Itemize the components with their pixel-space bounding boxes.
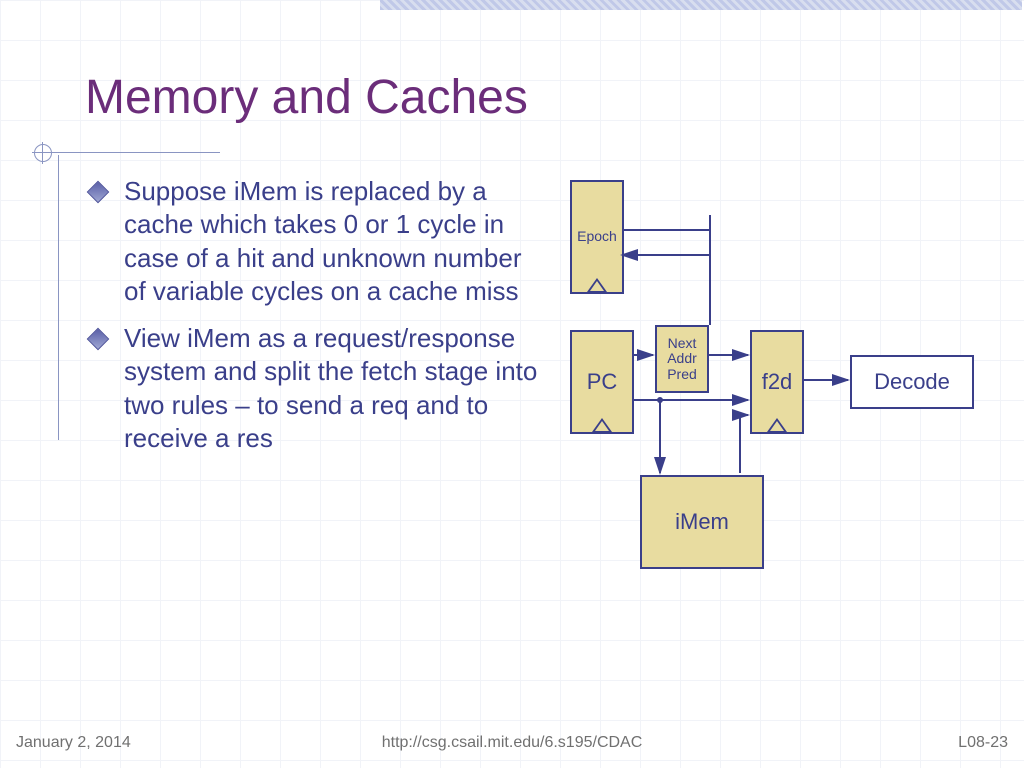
title-ornament-icon xyxy=(34,144,52,162)
bullet-text: View iMem as a request/response system a… xyxy=(124,323,537,453)
slide-title: Memory and Caches xyxy=(85,70,528,125)
footer-page: L08-23 xyxy=(958,734,1008,752)
footer-url: http://csg.csail.mit.edu/6.s195/CDAC xyxy=(0,734,1024,752)
diamond-bullet-icon xyxy=(87,328,110,351)
bullet-text: Suppose iMem is replaced by a cache whic… xyxy=(124,176,521,306)
list-item: Suppose iMem is replaced by a cache whic… xyxy=(90,175,550,308)
block-diagram: Epoch PC Next Addr Pred f2d Decode iMem xyxy=(560,175,1000,605)
list-item: View iMem as a request/response system a… xyxy=(90,322,550,455)
left-vertical-rule xyxy=(58,155,59,440)
diamond-bullet-icon xyxy=(87,181,110,204)
title-underline xyxy=(40,152,220,153)
bullet-list: Suppose iMem is replaced by a cache whic… xyxy=(90,175,550,469)
diagram-arrows xyxy=(560,175,1000,605)
top-accent-bar xyxy=(380,0,1022,10)
